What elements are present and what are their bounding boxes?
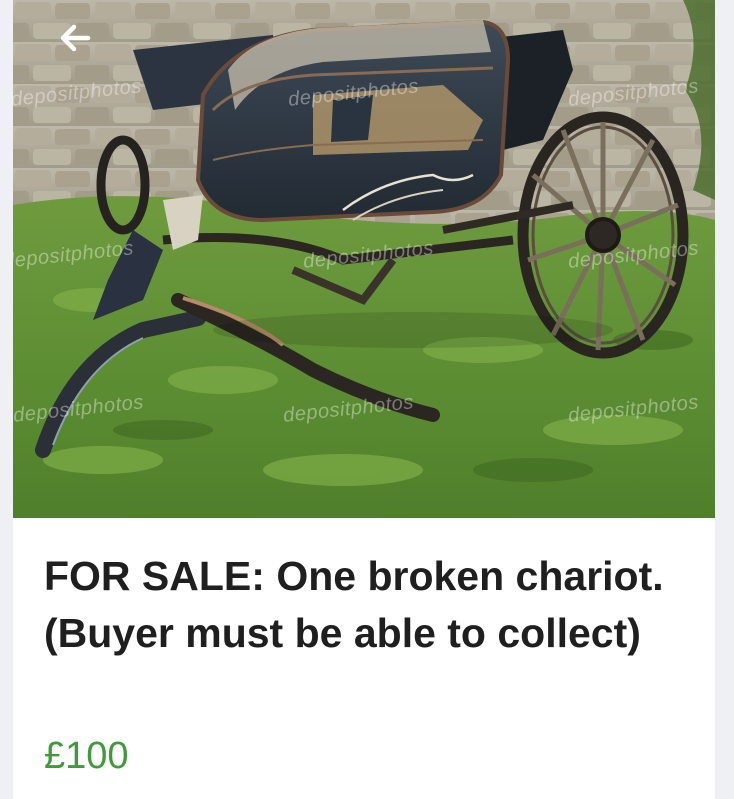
back-button[interactable] [53, 18, 97, 58]
arrow-left-icon [60, 24, 91, 52]
listing-photo[interactable]: depositphotos depositphotos depositphoto… [13, 0, 715, 518]
listing-card: depositphotos depositphotos depositphoto… [13, 0, 715, 799]
listing-title: FOR SALE: One broken chariot. (Buyer mus… [44, 553, 664, 656]
carriage-image [13, 0, 715, 518]
listing-details: FOR SALE: One broken chariot. (Buyer mus… [13, 518, 715, 799]
listing-price: £100 [44, 735, 129, 777]
